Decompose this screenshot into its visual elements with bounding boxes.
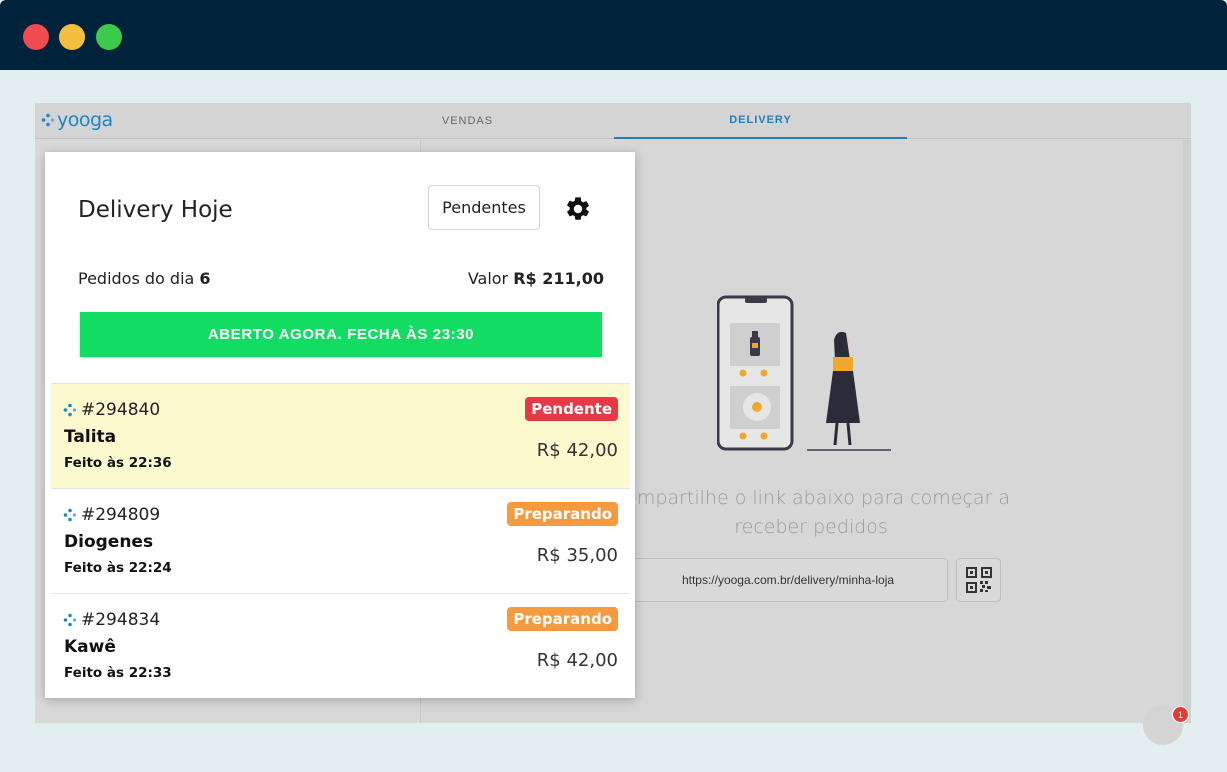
customer-name: Talita <box>64 427 117 447</box>
orders-of-day: Pedidos do dia 6 <box>78 269 211 288</box>
status-badge: Pendente <box>525 397 618 421</box>
value-amount: R$ 211,00 <box>513 269 604 288</box>
order-price: R$ 42,00 <box>536 440 618 461</box>
customer-name: Kawê <box>64 637 116 657</box>
close-window-button[interactable] <box>23 24 49 50</box>
order-card[interactable]: #294840 Talita Feito às 22:36 Pendente R… <box>51 383 630 488</box>
yooga-source-icon <box>63 403 77 417</box>
customer-name: Diogenes <box>64 532 154 552</box>
order-price: R$ 35,00 <box>536 545 618 566</box>
share-message: Compartilhe o link abaixo para começar a… <box>612 487 1010 538</box>
order-id-text: #294809 <box>81 505 161 525</box>
order-id: #294840 <box>63 400 160 420</box>
total-value: Valor R$ 211,00 <box>468 269 604 288</box>
value-label: Valor <box>467 269 509 288</box>
window-titlebar <box>0 0 1227 70</box>
order-id-text: #294840 <box>81 400 161 420</box>
yooga-logo[interactable]: yooga <box>41 109 113 131</box>
orders-list: #294840 Talita Feito às 22:36 Pendente R… <box>51 383 630 698</box>
orders-label: Pedidos do dia <box>78 269 195 288</box>
status-badge: Preparando <box>507 607 618 631</box>
panel-title: Delivery Hoje <box>78 197 233 223</box>
maximize-window-button[interactable] <box>96 24 122 50</box>
qr-code-icon <box>965 567 992 593</box>
main-scrollbar[interactable] <box>1183 140 1191 723</box>
phone-illustration <box>717 295 891 451</box>
qr-code-button[interactable] <box>956 558 1001 602</box>
orders-count: 6 <box>199 269 211 288</box>
order-id: #294834 <box>63 610 160 630</box>
status-badge: Preparando <box>507 502 618 526</box>
pending-filter-button[interactable]: Pendentes <box>428 185 540 230</box>
chat-notification-badge: 1 <box>1172 706 1189 723</box>
store-link-field[interactable]: https://yooga.com.br/delivery/minha-loja <box>628 558 948 602</box>
yooga-logo-icon <box>41 113 55 127</box>
logo-text: yooga <box>57 109 113 131</box>
gear-icon[interactable] <box>564 195 592 223</box>
delivery-today-panel: Delivery Hoje Pendentes Pedidos do dia 6… <box>45 152 635 698</box>
yooga-source-icon <box>63 613 77 627</box>
order-time: Feito às 22:33 <box>64 665 172 681</box>
tab-vendas[interactable]: VENDAS <box>335 103 600 139</box>
store-status-banner[interactable]: ABERTO AGORA. FECHA ÀS 23:30 <box>80 312 602 357</box>
order-price: R$ 42,00 <box>536 650 618 671</box>
order-card[interactable]: #294809 Diogenes Feito às 22:24 Preparan… <box>51 488 630 593</box>
minimize-window-button[interactable] <box>59 24 85 50</box>
order-card[interactable]: #294834 Kawê Feito às 22:33 Preparando R… <box>51 593 630 698</box>
order-id: #294809 <box>63 505 160 525</box>
yooga-source-icon <box>63 508 77 522</box>
order-time: Feito às 22:24 <box>64 560 172 576</box>
top-navigation: yooga VENDAS DELIVERY <box>35 103 1191 139</box>
tab-delivery[interactable]: DELIVERY <box>614 103 907 139</box>
order-time: Feito às 22:36 <box>64 455 172 471</box>
order-id-text: #294834 <box>81 610 161 630</box>
